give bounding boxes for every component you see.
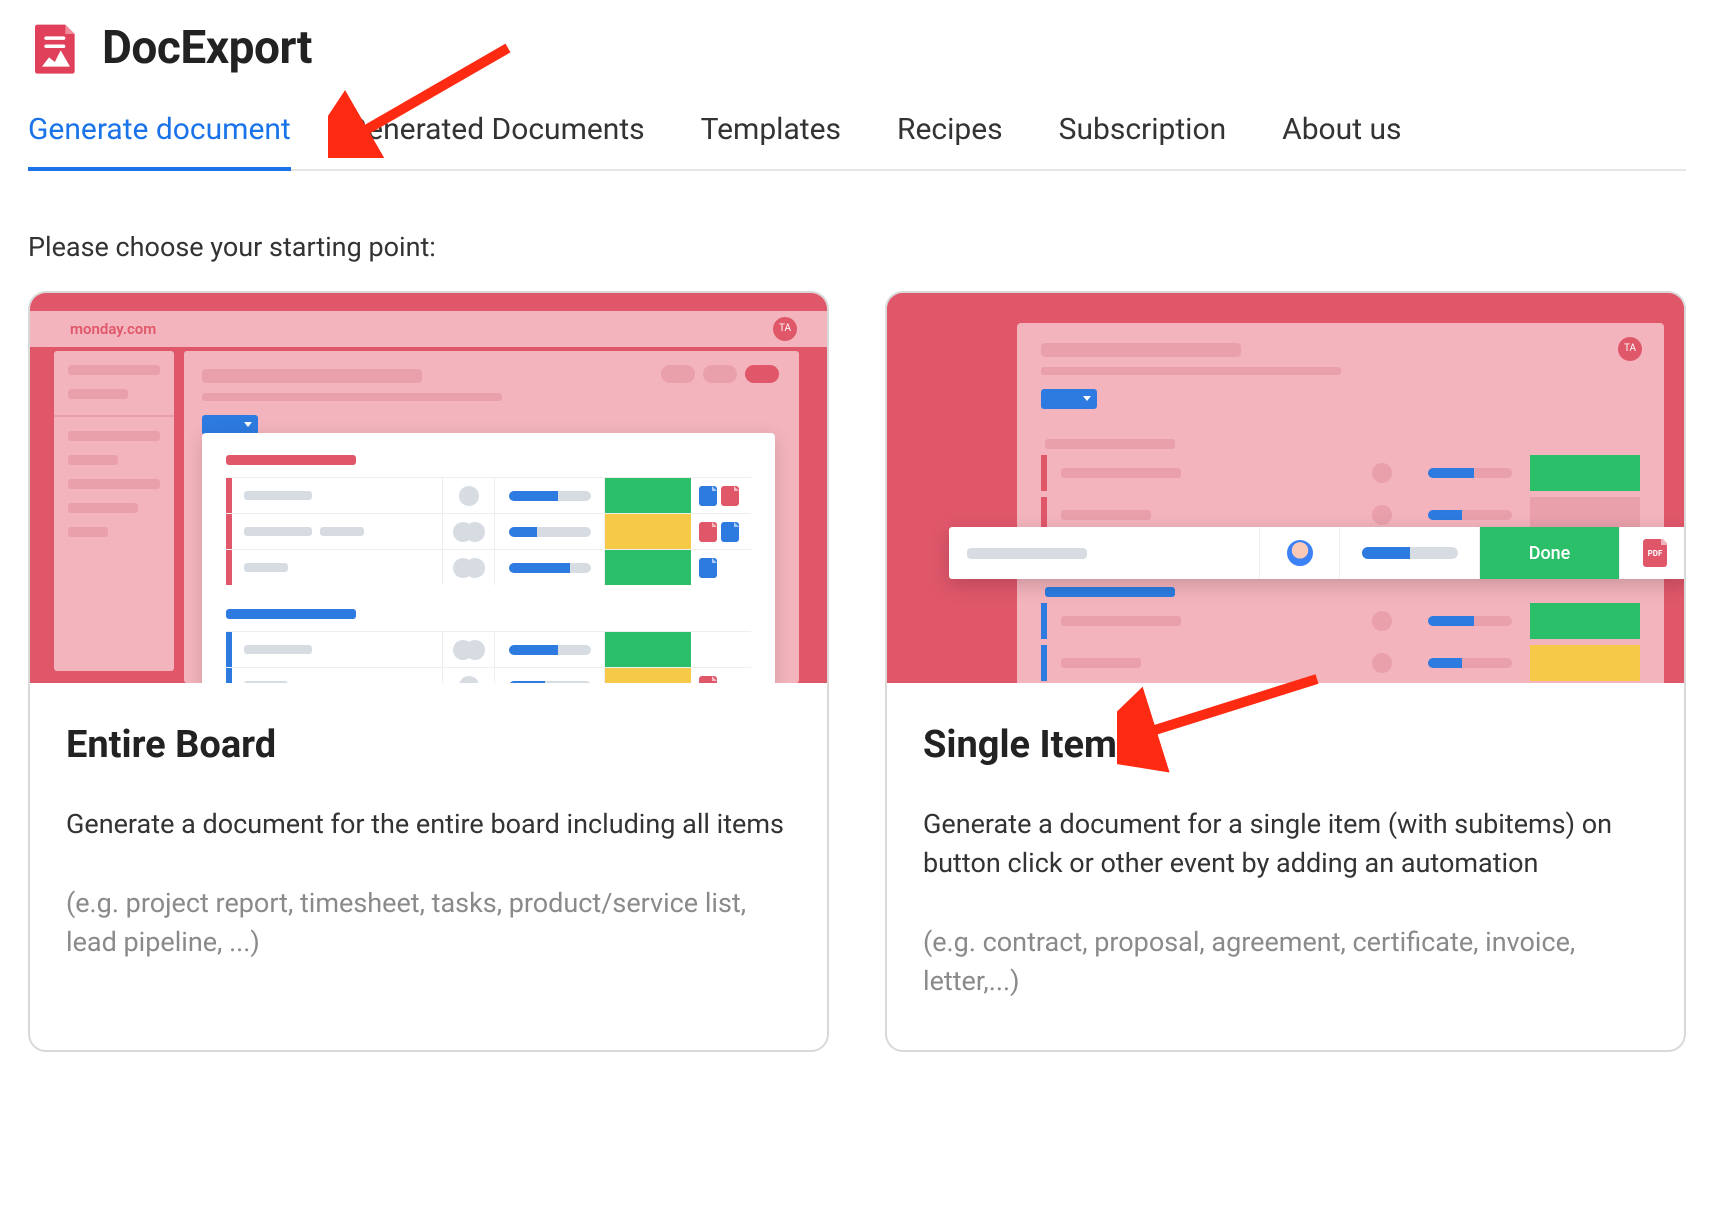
entire-board-illustration: monday.com TA (30, 293, 827, 683)
app-header: DocExport (28, 10, 1686, 94)
illus-sidebar (54, 351, 174, 671)
pdf-file-icon: PDF (1643, 539, 1667, 567)
illus-single-item-row: Done PDF (949, 527, 1684, 579)
tab-subscription[interactable]: Subscription (1059, 94, 1226, 169)
instruction-text: Please choose your starting point: (28, 231, 1686, 263)
brand-title: DocExport (102, 21, 312, 75)
tab-templates[interactable]: Templates (701, 94, 841, 169)
illus-user-badge: TA (773, 317, 797, 341)
tab-generate-document[interactable]: Generate document (28, 94, 291, 169)
illus-board-panel (202, 433, 775, 683)
avatar-icon (1285, 538, 1315, 568)
illus2-user-badge: TA (1618, 337, 1642, 361)
docexport-logo-icon (28, 20, 84, 76)
card-single-item[interactable]: TA (885, 291, 1686, 1052)
tab-about-us[interactable]: About us (1282, 94, 1401, 169)
entire-board-title: Entire Board (66, 723, 791, 767)
illus-topbar-brand: monday.com (70, 320, 156, 338)
illus2-board: TA (1017, 323, 1664, 683)
single-item-illustration: TA (887, 293, 1684, 683)
status-done-label: Done (1480, 527, 1619, 579)
single-item-examples: (e.g. contract, proposal, agreement, cer… (923, 923, 1648, 1001)
entire-board-desc: Generate a document for the entire board… (66, 805, 791, 844)
single-item-title: Single Item (923, 723, 1648, 767)
single-item-desc: Generate a document for a single item (w… (923, 805, 1648, 883)
starting-point-cards: monday.com TA (28, 291, 1686, 1052)
card-entire-board[interactable]: monday.com TA (28, 291, 829, 1052)
entire-board-examples: (e.g. project report, timesheet, tasks, … (66, 884, 791, 962)
tab-generated-documents[interactable]: Generated Documents (347, 94, 645, 169)
main-tabs: Generate document Generated Documents Te… (28, 94, 1686, 171)
tab-recipes[interactable]: Recipes (897, 94, 1003, 169)
